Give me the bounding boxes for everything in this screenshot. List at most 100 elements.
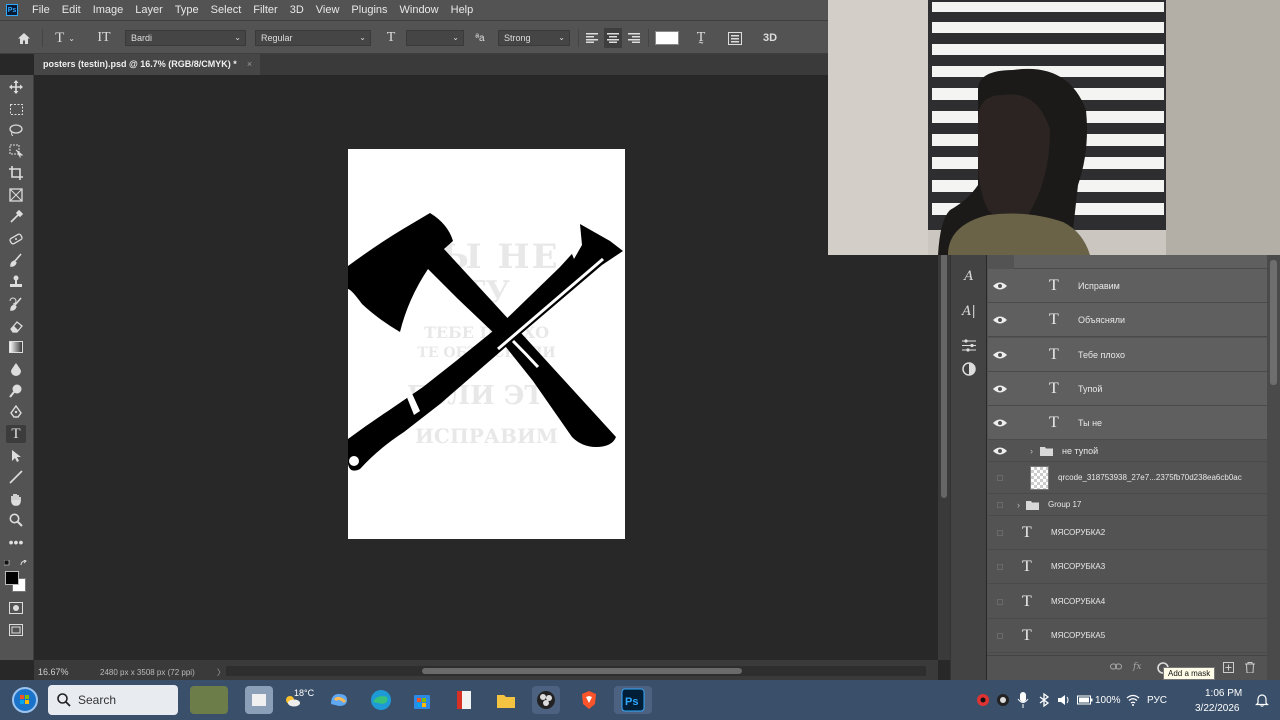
visibility-toggle[interactable] bbox=[997, 501, 1003, 508]
more-tools-icon[interactable]: ••• bbox=[6, 533, 26, 551]
edge-icon[interactable] bbox=[367, 686, 395, 714]
menu-view[interactable]: View bbox=[310, 0, 346, 20]
toggle-text-orientation-icon[interactable]: IT bbox=[94, 28, 114, 48]
zoom-level[interactable]: 16.67% bbox=[38, 667, 69, 677]
character-panel-icon[interactable] bbox=[726, 28, 744, 48]
eye-icon[interactable] bbox=[993, 418, 1007, 428]
layers-scroll-thumb[interactable] bbox=[1270, 260, 1277, 385]
layer-row[interactable]: T МЯСОРУБКА2 bbox=[988, 516, 1267, 550]
align-right-icon[interactable] bbox=[626, 28, 642, 48]
eyedropper-tool-icon[interactable] bbox=[6, 208, 26, 226]
menu-help[interactable]: Help bbox=[445, 0, 480, 20]
obs-icon[interactable] bbox=[532, 686, 560, 714]
expand-chevron-icon[interactable]: › bbox=[1030, 446, 1033, 456]
move-tool-icon[interactable] bbox=[6, 78, 26, 96]
quick-mask-icon[interactable] bbox=[6, 599, 26, 617]
layer-row[interactable]: T Ты не bbox=[988, 406, 1267, 440]
canvas-horizontal-scrollbar[interactable] bbox=[226, 666, 926, 676]
text-color-swatch[interactable] bbox=[655, 31, 679, 45]
layer-row[interactable]: T Объясняли bbox=[988, 303, 1267, 337]
menu-window[interactable]: Window bbox=[394, 0, 445, 20]
trash-icon[interactable] bbox=[1245, 662, 1255, 676]
path-selection-tool-icon[interactable] bbox=[6, 447, 26, 465]
status-menu-arrow-icon[interactable]: 〉 bbox=[217, 667, 225, 678]
menu-type[interactable]: Type bbox=[169, 0, 205, 20]
color-swatches[interactable] bbox=[4, 570, 28, 594]
glyphs-panel-icon[interactable]: A bbox=[961, 268, 977, 284]
photoshop-taskbar-icon[interactable]: Ps bbox=[614, 686, 652, 714]
tray-obs-icon[interactable] bbox=[996, 693, 1010, 707]
visibility-toggle[interactable] bbox=[997, 474, 1003, 481]
brush-tool-icon[interactable] bbox=[6, 251, 26, 269]
home-icon[interactable] bbox=[14, 28, 34, 48]
type-tool-icon[interactable]: T bbox=[6, 425, 26, 443]
news-widget-icon[interactable] bbox=[190, 686, 228, 714]
visibility-toggle[interactable] bbox=[997, 598, 1003, 605]
layer-row[interactable]: T Исправим bbox=[988, 269, 1267, 303]
canvas-horizontal-scroll-thumb[interactable] bbox=[422, 668, 742, 674]
antialias-select[interactable]: Strong ⌄ bbox=[498, 30, 570, 46]
canvas-vertical-scroll-thumb[interactable] bbox=[941, 250, 947, 498]
eye-icon[interactable] bbox=[993, 350, 1007, 360]
layer-group-row[interactable]: › не тупой bbox=[988, 440, 1267, 462]
layer-group-row[interactable]: › Group 17 bbox=[988, 494, 1267, 516]
close-tab-icon[interactable]: × bbox=[247, 54, 252, 75]
file-explorer-icon[interactable] bbox=[492, 686, 520, 714]
weather-widget[interactable]: 18°C bbox=[284, 686, 316, 714]
microphone-icon[interactable] bbox=[1017, 692, 1029, 708]
clock-date[interactable]: 3/22/2026 bbox=[1195, 703, 1240, 714]
font-size-select[interactable]: ⌄ bbox=[406, 30, 464, 46]
battery-icon[interactable] bbox=[1077, 693, 1093, 707]
menu-plugins[interactable]: Plugins bbox=[345, 0, 393, 20]
menu-image[interactable]: Image bbox=[87, 0, 130, 20]
store-icon[interactable] bbox=[408, 686, 436, 714]
dodge-tool-icon[interactable] bbox=[6, 382, 26, 400]
clone-stamp-tool-icon[interactable] bbox=[6, 273, 26, 291]
marquee-tool-icon[interactable] bbox=[6, 100, 26, 118]
volume-icon[interactable] bbox=[1057, 693, 1071, 707]
new-layer-icon[interactable] bbox=[1223, 662, 1234, 676]
eye-icon[interactable] bbox=[993, 446, 1007, 456]
menu-3d[interactable]: 3D bbox=[284, 0, 310, 20]
lasso-tool-icon[interactable] bbox=[6, 121, 26, 139]
layer-row[interactable]: qrcode_318753938_27e7...2375fb70d238ea6c… bbox=[988, 462, 1267, 494]
hand-tool-icon[interactable] bbox=[6, 490, 26, 508]
brave-browser-icon[interactable] bbox=[575, 686, 603, 714]
eye-icon[interactable] bbox=[993, 281, 1007, 291]
notification-bell-icon[interactable] bbox=[1255, 693, 1269, 707]
menu-layer[interactable]: Layer bbox=[129, 0, 169, 20]
pdf-app-icon[interactable] bbox=[450, 686, 478, 714]
align-center-icon[interactable] bbox=[604, 28, 622, 48]
canvas-area[interactable]: ТЫ НЕ ТУ ТЕБЕ ПЛОХО ТЕ ОБЪЯСНЯЛИ ЕСЛИ ЭТ… bbox=[34, 75, 938, 660]
font-family-select[interactable]: Bardi ⌄ bbox=[125, 30, 246, 46]
type-tool-preset-icon[interactable]: T ⌄ bbox=[50, 28, 80, 48]
align-left-icon[interactable] bbox=[584, 28, 600, 48]
language-indicator[interactable]: РУС bbox=[1147, 695, 1167, 706]
crop-tool-icon[interactable] bbox=[6, 164, 26, 182]
layer-row[interactable]: T МЯСОРУБКА4 bbox=[988, 585, 1267, 619]
layers-scrollbar[interactable] bbox=[1267, 255, 1280, 680]
copilot-icon[interactable] bbox=[325, 686, 353, 714]
fx-icon[interactable]: fx bbox=[1133, 662, 1141, 672]
menu-filter[interactable]: Filter bbox=[247, 0, 283, 20]
line-tool-icon[interactable] bbox=[6, 468, 26, 486]
tray-app-icon[interactable] bbox=[976, 693, 990, 707]
eraser-tool-icon[interactable] bbox=[6, 317, 26, 335]
3d-button[interactable]: 3D bbox=[760, 28, 780, 48]
zoom-tool-icon[interactable] bbox=[6, 511, 26, 529]
menu-file[interactable]: File bbox=[26, 0, 56, 20]
adjustments-panel-icon[interactable] bbox=[961, 337, 977, 353]
wifi-icon[interactable] bbox=[1126, 693, 1140, 707]
foreground-color-swatch[interactable] bbox=[5, 571, 19, 585]
gradient-tool-icon[interactable] bbox=[6, 338, 26, 356]
layer-row[interactable]: T МЯСОРУБКА5 bbox=[988, 619, 1267, 653]
taskbar-search[interactable]: Search bbox=[48, 685, 178, 715]
clock-time[interactable]: 1:06 PM bbox=[1205, 688, 1242, 699]
menu-select[interactable]: Select bbox=[205, 0, 248, 20]
object-selection-tool-icon[interactable] bbox=[6, 142, 26, 160]
warp-text-icon[interactable]: T̰ bbox=[692, 28, 710, 48]
menu-edit[interactable]: Edit bbox=[56, 0, 87, 20]
visibility-toggle[interactable] bbox=[997, 563, 1003, 570]
frame-tool-icon[interactable] bbox=[6, 186, 26, 204]
character-styles-panel-icon[interactable]: A| bbox=[961, 303, 977, 319]
